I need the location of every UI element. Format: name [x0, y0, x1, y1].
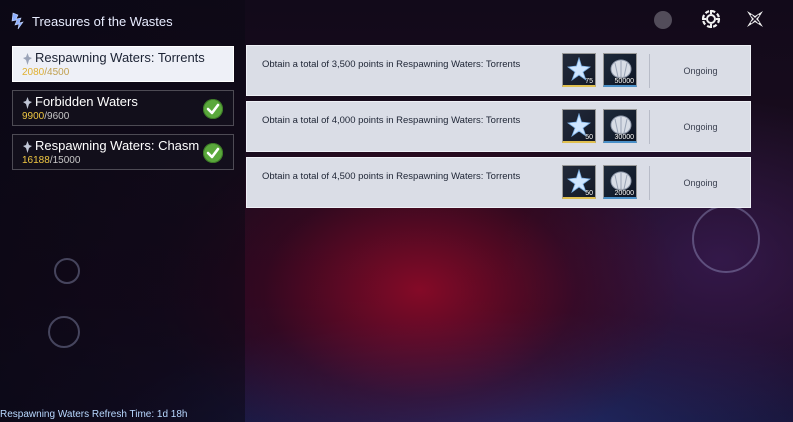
reward-count: 20000 [614, 190, 634, 197]
close-icon [747, 11, 763, 27]
reward-shell-item[interactable]: 50000 [603, 53, 637, 87]
tab-progress: 9900/9600 [22, 111, 70, 122]
tab-progress: 2080/4500 [22, 67, 70, 78]
refresh-timer: Respawning Waters Refresh Time: 1d 18h [0, 409, 188, 420]
reward-shell-item[interactable]: 30000 [603, 109, 637, 143]
tab-label: Respawning Waters: Torrents [35, 50, 205, 65]
settings-gear-button[interactable] [700, 8, 722, 30]
fountain-icon [23, 97, 32, 109]
background-ring [692, 205, 760, 273]
page-title: Treasures of the Wastes [32, 13, 173, 29]
status-label: Ongoing [683, 66, 718, 76]
reward-count: 30000 [614, 134, 634, 141]
background-ring [48, 316, 80, 348]
quest-description: Obtain a total of 3,500 points in Respaw… [262, 59, 521, 70]
reward-count: 50 [585, 190, 593, 197]
quest-row: Obtain a total of 4,500 points in Respaw… [246, 157, 751, 208]
quest-row: Obtain a total of 4,000 points in Respaw… [246, 101, 751, 152]
fountain-icon [23, 53, 32, 65]
tab-respawning-waters-torrents[interactable]: Respawning Waters: Torrents 2080/4500 [12, 46, 234, 82]
reward-count: 50 [585, 134, 593, 141]
quest-row: Obtain a total of 3,500 points in Respaw… [246, 45, 751, 96]
reward-crystal-item[interactable]: 75 [562, 53, 596, 87]
reward-count: 50000 [614, 78, 634, 85]
reward-shell-item[interactable]: 20000 [603, 165, 637, 199]
tab-label: Respawning Waters: Chasm [35, 138, 200, 153]
completed-check-icon [203, 99, 223, 119]
tab-respawning-waters-chasm[interactable]: Respawning Waters: Chasm 16188/15000 [12, 134, 234, 170]
sidebar: Respawning Waters: Torrents 2080/4500 Fo… [12, 46, 234, 178]
tab-label: Forbidden Waters [35, 94, 138, 109]
reward-crystal-item[interactable]: 50 [562, 109, 596, 143]
reward-count: 75 [585, 78, 593, 85]
header: Treasures of the Wastes [10, 10, 173, 32]
settings-gear-icon [701, 9, 721, 29]
close-button[interactable] [744, 8, 766, 30]
background-orb [654, 11, 672, 29]
tab-forbidden-waters[interactable]: Forbidden Waters 9900/9600 [12, 90, 234, 126]
completed-check-icon [203, 143, 223, 163]
background-ring [54, 258, 80, 284]
quest-description: Obtain a total of 4,500 points in Respaw… [262, 171, 521, 182]
fountain-icon [23, 141, 32, 153]
tab-progress: 16188/15000 [22, 155, 81, 166]
waves-emblem-icon [11, 12, 24, 30]
reward-crystal-item[interactable]: 50 [562, 165, 596, 199]
quest-list: Obtain a total of 3,500 points in Respaw… [246, 45, 751, 213]
quest-description: Obtain a total of 4,000 points in Respaw… [262, 115, 521, 126]
status-label: Ongoing [683, 122, 718, 132]
status-label: Ongoing [683, 178, 718, 188]
